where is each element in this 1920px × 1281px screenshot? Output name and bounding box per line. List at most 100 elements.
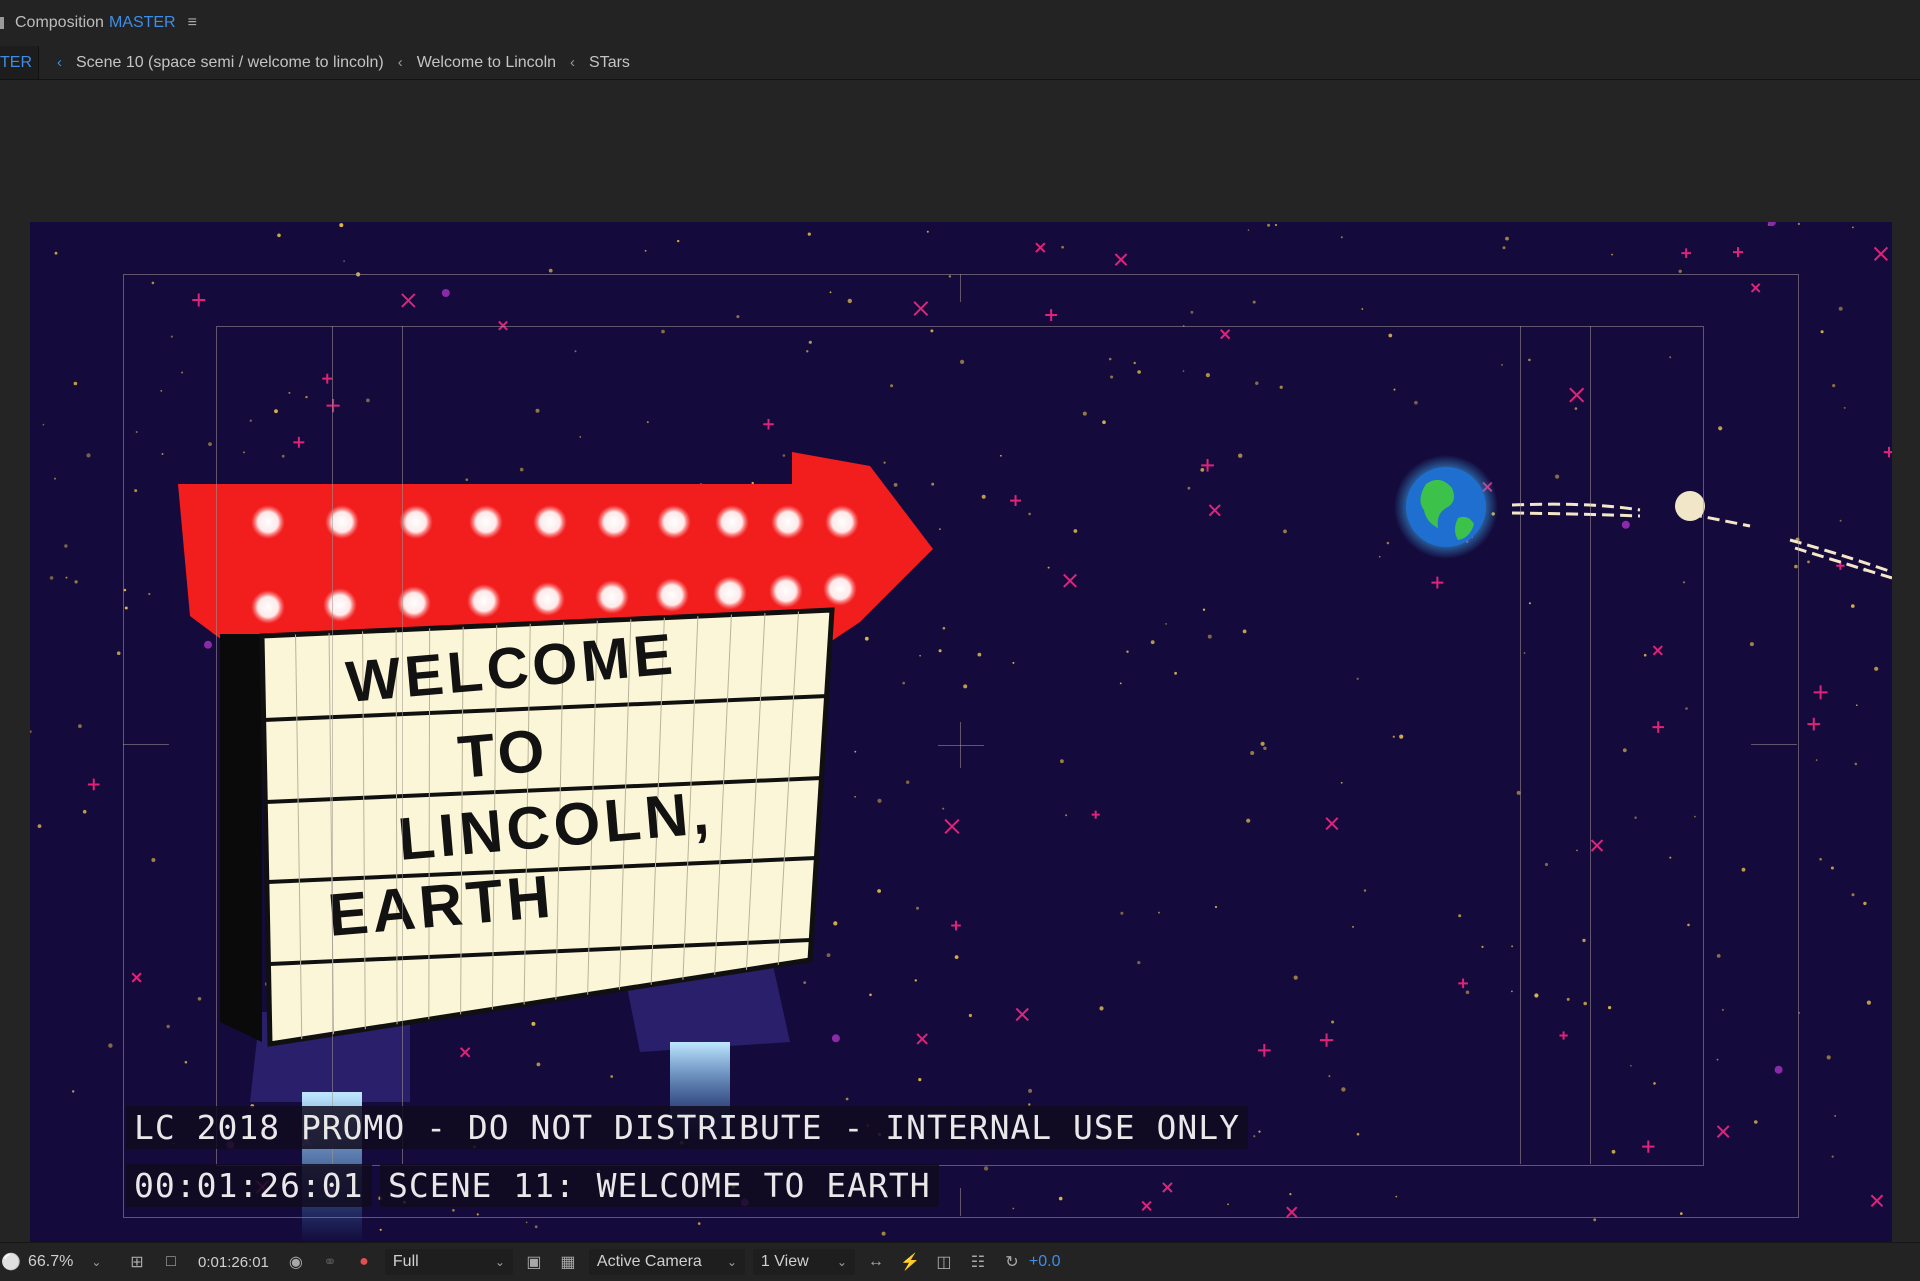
star-dot [1678, 269, 1682, 273]
star-dot [914, 979, 917, 982]
star-dot [30, 730, 32, 733]
star-dot [610, 1075, 614, 1078]
view-layout-dropdown[interactable]: 1 View ⌄ [752, 1249, 855, 1275]
magnification-dropdown[interactable]: 66.7% ⌄ [28, 1253, 120, 1271]
grid-guides-icon[interactable]: ⊞ [126, 1251, 148, 1273]
marquee-bulb [595, 580, 629, 614]
star-dot [845, 1097, 849, 1101]
transparency-grid-icon[interactable]: ▦ [557, 1251, 579, 1273]
star-cross [1883, 446, 1892, 458]
star-cross [1652, 645, 1663, 656]
star-dot [534, 1225, 538, 1229]
panel-grip-icon[interactable] [0, 17, 4, 29]
composition-frame[interactable]: WELCOME TO LINCOLN, EARTH LC 2018 PROMO - D… [30, 222, 1892, 1268]
star-dot [968, 1013, 973, 1018]
star-dot [1685, 707, 1688, 710]
star-cross [1458, 978, 1468, 989]
star-dot [1331, 1020, 1335, 1024]
breadcrumb-stars[interactable]: STars [589, 54, 630, 72]
resolution-dropdown[interactable]: Full ⌄ [384, 1249, 513, 1275]
star-cross [1208, 504, 1221, 517]
star-dot [1826, 1055, 1831, 1060]
viewer-toolbar: ⚪ 66.7% ⌄ ⊞ □ 0:01:26:01 ◉ ⚭ ● Full ⌄ ▣ … [0, 1242, 1920, 1281]
star-dot [697, 1222, 701, 1225]
exposure-value[interactable]: +0.0 [1029, 1253, 1061, 1271]
star-dot [1721, 1008, 1724, 1011]
camera-view-dropdown[interactable]: Active Camera ⌄ [588, 1249, 745, 1275]
star-dot [963, 684, 968, 689]
star-cross [1569, 387, 1585, 403]
star-cross [498, 320, 508, 331]
channel-rgb-icon[interactable]: ● [353, 1251, 375, 1273]
star-dot [1523, 652, 1526, 654]
star-dot [1502, 246, 1506, 250]
star-dot [1133, 361, 1136, 365]
star-dot [1126, 650, 1129, 653]
star-dot [1815, 759, 1818, 761]
star-dot [536, 1062, 541, 1067]
star-dot [64, 544, 68, 548]
star-dot [73, 381, 78, 386]
star-cross [293, 436, 305, 448]
star-dot [305, 395, 308, 399]
star-dot [1386, 541, 1390, 545]
breadcrumb-scene-10[interactable]: Scene 10 (space semi / welcome to lincol… [76, 54, 384, 72]
star-dot [847, 298, 852, 304]
mask-visibility-icon[interactable]: □ [160, 1251, 182, 1273]
star-dot [277, 233, 281, 238]
orbit-trail [1511, 502, 1892, 580]
camera-snapshot-icon[interactable]: ◉ [285, 1251, 307, 1273]
timeline-icon[interactable]: ◫ [933, 1251, 955, 1273]
star-dot [877, 798, 882, 803]
star-dot [960, 359, 965, 364]
composition-name[interactable]: MASTER [109, 14, 176, 32]
breadcrumb-welcome-to-lincoln[interactable]: Welcome to Lincoln [417, 54, 556, 72]
star-dot [1465, 990, 1470, 995]
region-of-interest-icon[interactable]: ▣ [523, 1251, 545, 1273]
chevron-down-icon: ⌄ [836, 1255, 847, 1269]
flowchart-icon[interactable]: ☷ [967, 1251, 989, 1273]
star-dot [1328, 1075, 1331, 1078]
star-dot [918, 1078, 922, 1082]
breadcrumb-active-master[interactable]: TER [0, 46, 39, 79]
star-cross [322, 373, 333, 384]
star-dot [1047, 566, 1050, 569]
star-cross [1141, 1200, 1152, 1211]
star-purple-dot [441, 289, 450, 297]
star-cross [916, 1033, 928, 1045]
hamburger-menu-icon[interactable]: ≡ [188, 14, 197, 32]
star-dot [1832, 384, 1836, 388]
star-dot [1000, 454, 1002, 457]
star-dot [1399, 734, 1404, 739]
toggle-pixel-aspect-icon[interactable]: ↔ [865, 1251, 887, 1273]
marquee-bulb [397, 586, 431, 620]
reset-exposure-icon[interactable]: ↻ [1001, 1251, 1023, 1273]
star-dot [808, 340, 812, 344]
show-snapshot-icon[interactable]: ⚭ [319, 1251, 341, 1273]
star-dot [1378, 555, 1381, 558]
star-dot [1252, 300, 1256, 304]
star-dot [1082, 411, 1087, 416]
fast-previews-icon[interactable]: ⚡ [899, 1251, 921, 1273]
star-dot [1263, 746, 1267, 750]
star-dot [1501, 363, 1503, 366]
star-cross [1873, 246, 1889, 262]
marquee-bulb [769, 574, 803, 608]
star-dot [476, 1213, 479, 1216]
star-dot [1250, 751, 1255, 755]
star-dot [930, 329, 934, 333]
marquee-bulb [533, 505, 567, 539]
star-dot [939, 528, 941, 530]
camera-view-value: Active Camera [596, 1253, 702, 1270]
star-dot [366, 398, 370, 403]
star-dot [854, 796, 856, 798]
star-dot [782, 454, 786, 457]
star-dot [116, 651, 121, 655]
star-cross [1010, 495, 1022, 507]
star-dot [1608, 1006, 1612, 1010]
welcome-sign: WELCOMETOLINCOLN,EARTH [178, 452, 933, 1047]
star-cross [401, 293, 416, 308]
composition-viewer[interactable]: WELCOME TO LINCOLN, EARTH LC 2018 PROMO - D… [0, 80, 1920, 1268]
always-preview-icon[interactable]: ⚪ [0, 1251, 22, 1273]
current-time-display[interactable]: 0:01:26:01 [198, 1254, 269, 1271]
